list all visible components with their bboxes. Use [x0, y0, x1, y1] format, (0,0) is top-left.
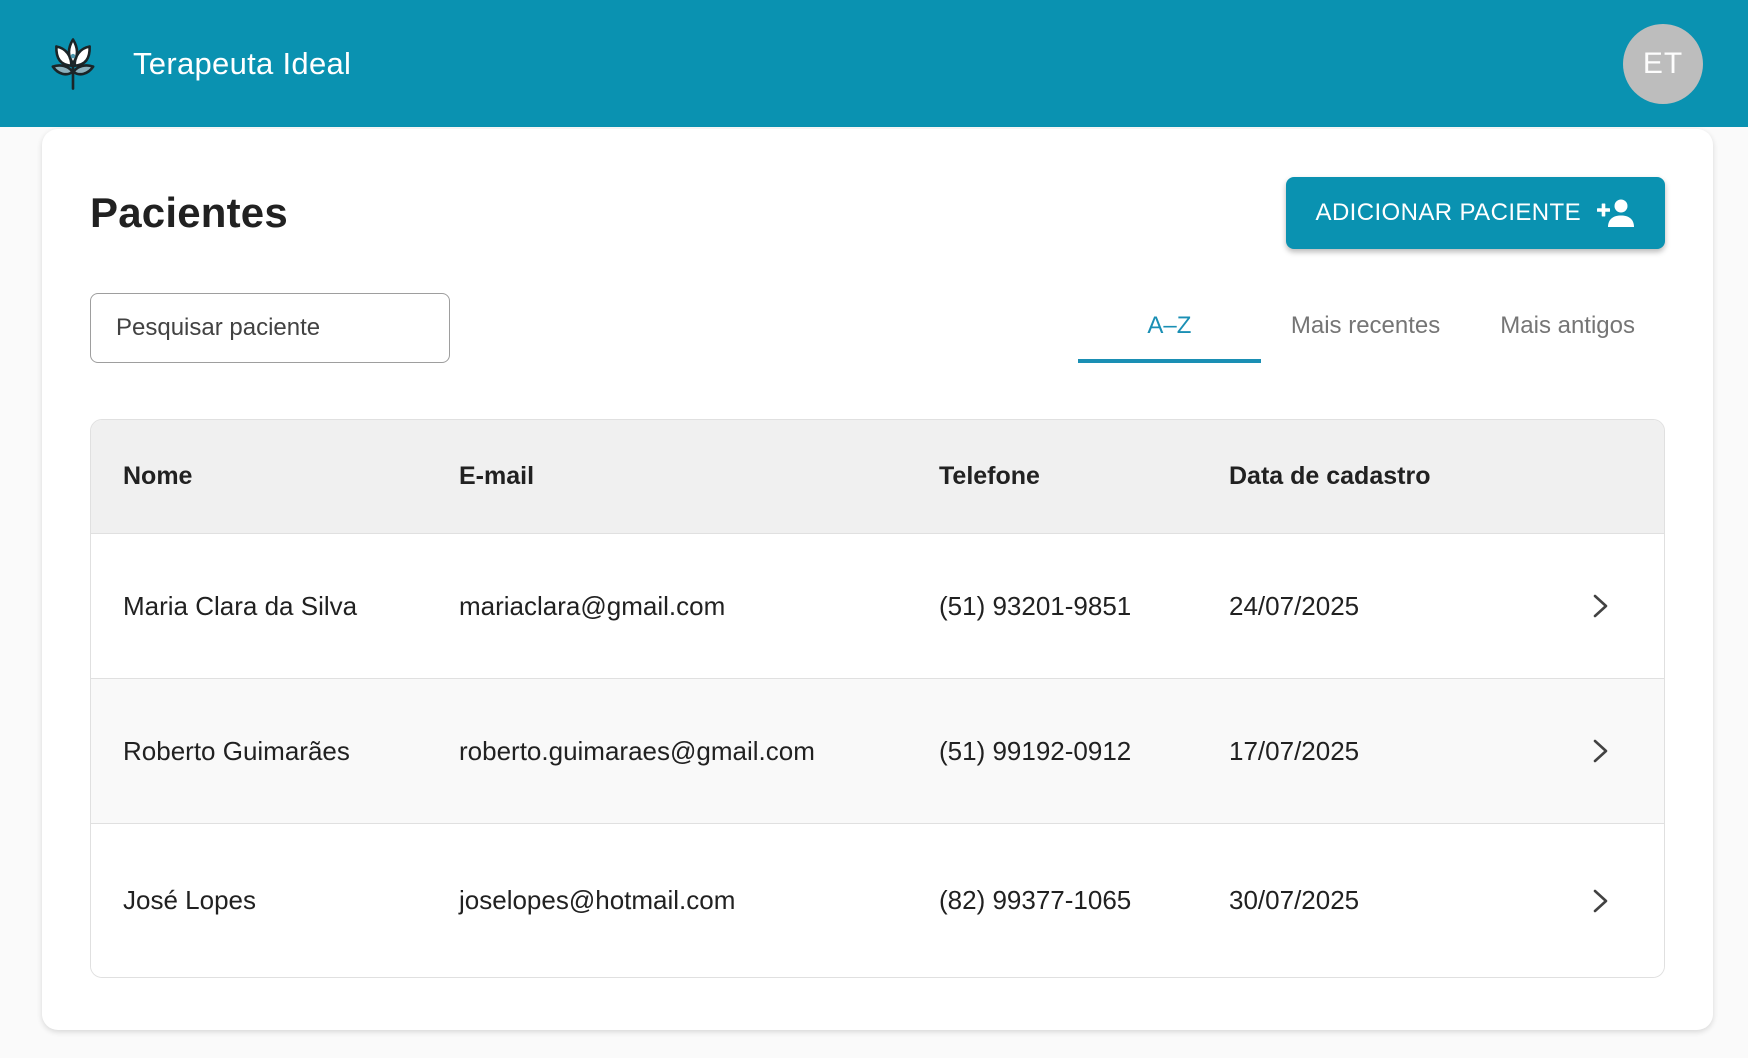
tab-sort-az[interactable]: A–Z — [1078, 289, 1261, 363]
patient-name: Roberto Guimarães — [123, 736, 459, 767]
search-input[interactable] — [90, 293, 450, 363]
chevron-right-icon[interactable] — [1587, 888, 1613, 914]
lotus-logo-icon — [45, 32, 101, 96]
person-add-icon — [1597, 198, 1635, 228]
patient-email: mariaclara@gmail.com — [459, 591, 939, 622]
patients-card: Pacientes ADICIONAR PACIENTE A–Z Mais re… — [42, 129, 1713, 1030]
patient-email: roberto.guimaraes@gmail.com — [459, 736, 939, 767]
tab-sort-oldest[interactable]: Mais antigos — [1470, 289, 1665, 363]
add-patient-button[interactable]: ADICIONAR PACIENTE — [1286, 177, 1665, 249]
avatar-initials: ET — [1643, 47, 1683, 81]
app-header: Terapeuta Ideal ET — [0, 0, 1748, 127]
card-header-row: Pacientes ADICIONAR PACIENTE — [90, 177, 1665, 249]
tab-sort-recent-label: Mais recentes — [1291, 312, 1440, 340]
column-header-email: E-mail — [459, 462, 939, 491]
column-header-phone: Telefone — [939, 462, 1229, 491]
patient-name: José Lopes — [123, 885, 459, 916]
patient-email: joselopes@hotmail.com — [459, 885, 939, 916]
patient-phone: (51) 99192-0912 — [939, 736, 1229, 767]
patient-date: 17/07/2025 — [1229, 736, 1560, 767]
patient-phone: (51) 93201-9851 — [939, 591, 1229, 622]
app-title: Terapeuta Ideal — [133, 46, 351, 82]
chevron-right-icon[interactable] — [1587, 738, 1613, 764]
chevron-right-icon[interactable] — [1587, 593, 1613, 619]
patients-table: Nome E-mail Telefone Data de cadastro Ma… — [90, 419, 1665, 978]
add-patient-label: ADICIONAR PACIENTE — [1316, 199, 1581, 227]
table-row[interactable]: Roberto Guimarães roberto.guimaraes@gmai… — [91, 678, 1664, 823]
user-avatar[interactable]: ET — [1623, 24, 1703, 104]
patient-phone: (82) 99377-1065 — [939, 885, 1229, 916]
tab-sort-recent[interactable]: Mais recentes — [1261, 289, 1470, 363]
patient-date: 30/07/2025 — [1229, 885, 1560, 916]
table-header-row: Nome E-mail Telefone Data de cadastro — [91, 420, 1664, 533]
page-title: Pacientes — [90, 189, 288, 237]
table-row[interactable]: Maria Clara da Silva mariaclara@gmail.co… — [91, 533, 1664, 678]
patient-date: 24/07/2025 — [1229, 591, 1560, 622]
tab-sort-az-label: A–Z — [1147, 312, 1191, 340]
column-header-name: Nome — [123, 462, 459, 491]
table-row[interactable]: José Lopes joselopes@hotmail.com (82) 99… — [91, 823, 1664, 977]
sort-tabs: A–Z Mais recentes Mais antigos — [1078, 289, 1665, 363]
filter-row: A–Z Mais recentes Mais antigos — [90, 289, 1665, 363]
patient-name: Maria Clara da Silva — [123, 591, 459, 622]
tab-sort-oldest-label: Mais antigos — [1500, 312, 1635, 340]
column-header-date: Data de cadastro — [1229, 462, 1560, 491]
